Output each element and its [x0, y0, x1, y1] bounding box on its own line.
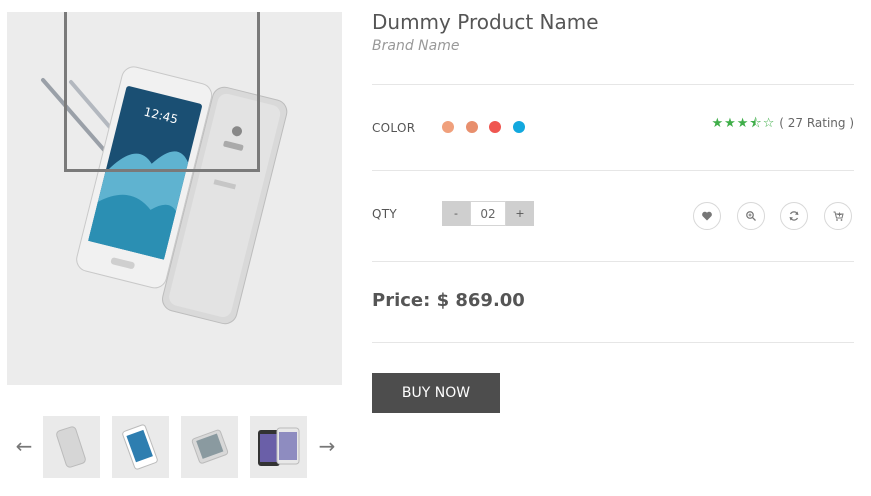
thumbnail-1[interactable]: [43, 416, 100, 478]
rating: ★★★⯪☆ ( 27 Rating ): [711, 114, 854, 136]
rating-count: ( 27 Rating ): [779, 116, 854, 130]
product-price: Price: $ 869.00: [372, 290, 525, 311]
thumbnail-gallery: ← →: [12, 416, 342, 478]
cart-icon: [833, 211, 844, 221]
qty-label: QTY: [372, 207, 398, 221]
color-swatch-3[interactable]: [489, 121, 501, 133]
star-rating-icon: ★★★⯪☆: [711, 116, 776, 131]
quick-view-button[interactable]: [737, 202, 765, 230]
arrow-right-icon[interactable]: →: [315, 434, 339, 458]
qty-input[interactable]: [470, 201, 506, 226]
color-label: COLOR: [372, 121, 416, 135]
qty-increase-button[interactable]: +: [506, 201, 534, 226]
qty-decrease-button[interactable]: -: [442, 201, 470, 226]
divider: [372, 342, 854, 343]
arrow-left-icon[interactable]: ←: [12, 434, 36, 458]
color-swatch-4[interactable]: [513, 121, 525, 133]
thumbnail-2[interactable]: [112, 416, 169, 478]
divider: [372, 261, 854, 262]
wishlist-button[interactable]: [693, 202, 721, 230]
divider: [372, 170, 854, 171]
zoom-lens: [64, 12, 260, 172]
brand-name[interactable]: Brand Name: [372, 38, 459, 54]
thumbnail-3[interactable]: [181, 416, 238, 478]
color-swatch-1[interactable]: [442, 121, 454, 133]
zoom-in-icon: [746, 211, 756, 221]
refresh-icon: [789, 211, 799, 221]
product-title: Dummy Product Name: [372, 10, 599, 34]
quantity-stepper: - +: [442, 201, 534, 226]
main-product-image[interactable]: 12:45: [7, 12, 342, 385]
divider: [372, 84, 854, 85]
buy-now-button[interactable]: BUY NOW: [372, 373, 500, 413]
heart-icon: [702, 211, 712, 221]
add-to-cart-button[interactable]: [824, 202, 852, 230]
thumbnail-4[interactable]: [250, 416, 307, 478]
compare-button[interactable]: [780, 202, 808, 230]
color-swatch-2[interactable]: [466, 121, 478, 133]
